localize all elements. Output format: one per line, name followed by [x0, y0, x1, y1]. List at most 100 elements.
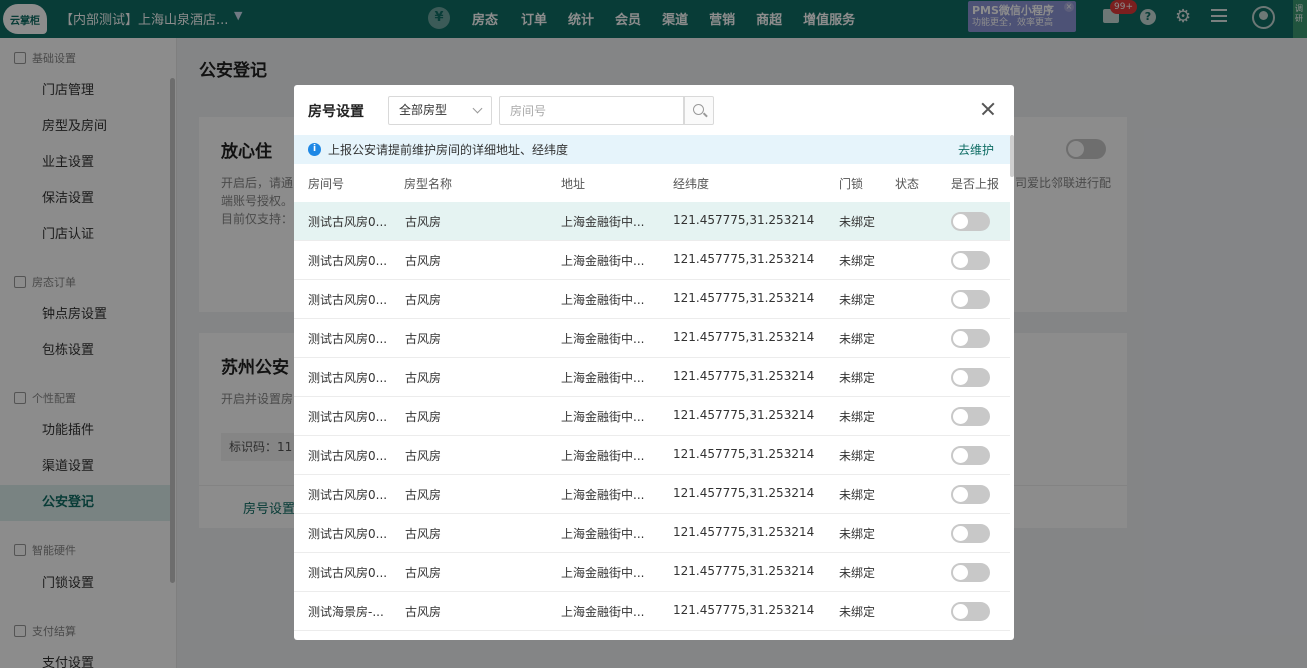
table-row[interactable]: 测试古风房0... 古风房 上海金融街中... 121.457775,31.25321… [294, 319, 1010, 358]
toggle-knob [953, 487, 968, 502]
notice-bar: i 上报公安请提前维护房间的详细地址、经纬度 去维护 [294, 135, 1010, 164]
room-type-cell: 古风房 [405, 488, 442, 502]
coords-cell: 121.457775,31.253214 [673, 408, 815, 422]
address-cell: 上海金融街中... [561, 566, 645, 580]
coords-cell: 121.457775,31.253214 [673, 213, 815, 227]
column-header-room: 房间号 [308, 177, 345, 191]
toggle-knob [953, 448, 968, 463]
column-header-lock: 门锁 [839, 177, 864, 191]
report-toggle[interactable] [951, 446, 990, 465]
address-cell: 上海金融街中... [561, 527, 645, 541]
table-row[interactable]: 测试古风房0... 古风房 上海金融街中... 121.457775,31.25321… [294, 436, 1010, 475]
room-number-cell: 测试古风房0... [308, 254, 388, 268]
report-toggle[interactable] [951, 329, 990, 348]
report-toggle[interactable] [951, 212, 990, 231]
address-cell: 上海金融街中... [561, 293, 645, 307]
column-header-address: 地址 [561, 177, 586, 191]
address-cell: 上海金融街中... [561, 449, 645, 463]
coords-cell: 121.457775,31.253214 [673, 291, 815, 305]
room-type-select[interactable]: 全部房型 [388, 96, 492, 125]
report-toggle[interactable] [951, 524, 990, 543]
table-row[interactable]: 测试古风房0... 古风房 上海金融街中... 121.457775,31.25321… [294, 514, 1010, 553]
column-header-coords: 经纬度 [673, 177, 710, 191]
search-button[interactable] [684, 96, 714, 125]
report-toggle[interactable] [951, 563, 990, 582]
table-row[interactable]: 测试古风房0... 古风房 上海金融街中... 121.457775,31.25321… [294, 553, 1010, 592]
column-header-report: 是否上报 [951, 177, 1000, 191]
lock-cell: 未绑定 [839, 371, 876, 385]
room-number-cell: 测试古风房0... [308, 410, 388, 424]
room-type-cell: 古风房 [405, 410, 442, 424]
table-body: 测试古风房0... 古风房 上海金融街中... 121.457775,31.25321… [294, 202, 1010, 631]
coords-cell: 121.457775,31.253214 [673, 252, 815, 266]
coords-cell: 121.457775,31.253214 [673, 525, 815, 539]
report-toggle[interactable] [951, 290, 990, 309]
lock-cell: 未绑定 [839, 215, 876, 229]
lock-cell: 未绑定 [839, 410, 876, 424]
table-row[interactable]: 测试古风房0... 古风房 上海金融街中... 121.457775,31.25321… [294, 202, 1010, 241]
table-row[interactable]: 测试古风房0... 古风房 上海金融街中... 121.457775,31.25321… [294, 397, 1010, 436]
coords-cell: 121.457775,31.253214 [673, 330, 815, 344]
toggle-knob [953, 214, 968, 229]
room-type-cell: 古风房 [405, 215, 442, 229]
lock-cell: 未绑定 [839, 449, 876, 463]
coords-cell: 121.457775,31.253214 [673, 603, 815, 617]
room-number-cell: 测试海景房-... [308, 605, 384, 619]
toggle-knob [953, 409, 968, 424]
room-number-cell: 测试古风房0... [308, 527, 388, 541]
column-header-status: 状态 [895, 177, 920, 191]
toggle-knob [953, 370, 968, 385]
coords-cell: 121.457775,31.253214 [673, 564, 815, 578]
table-header: 房间号 房型名称 地址 经纬度 门锁 状态 是否上报 [294, 164, 1010, 202]
room-type-cell: 古风房 [405, 527, 442, 541]
room-type-cell: 古风房 [405, 332, 442, 346]
room-type-cell: 古风房 [405, 293, 442, 307]
table-row[interactable]: 测试古风房0... 古风房 上海金融街中... 121.457775,31.25321… [294, 358, 1010, 397]
report-toggle[interactable] [951, 485, 990, 504]
room-type-select-value: 全部房型 [399, 103, 448, 117]
chevron-down-icon [472, 103, 483, 114]
room-number-cell: 测试古风房0... [308, 566, 388, 580]
report-toggle[interactable] [951, 251, 990, 270]
report-toggle[interactable] [951, 368, 990, 387]
info-icon: i [308, 143, 321, 156]
toggle-knob [953, 292, 968, 307]
room-number-cell: 测试古风房0... [308, 332, 388, 346]
lock-cell: 未绑定 [839, 566, 876, 580]
table-row[interactable]: 测试古风房0... 古风房 上海金融街中... 121.457775,31.25321… [294, 280, 1010, 319]
room-number-cell: 测试古风房0... [308, 293, 388, 307]
toggle-knob [953, 253, 968, 268]
modal-title: 房号设置 [308, 104, 364, 120]
close-icon[interactable] [978, 99, 998, 119]
room-number-cell: 测试古风房0... [308, 449, 388, 463]
address-cell: 上海金融街中... [561, 488, 645, 502]
maintain-link[interactable]: 去维护 [958, 141, 994, 158]
room-settings-modal: 房号设置 全部房型 i 上报公安请提前维护房间的详细地址、经纬度 去维护 房间号… [294, 85, 1014, 640]
toggle-knob [953, 604, 968, 619]
lock-cell: 未绑定 [839, 488, 876, 502]
room-number-cell: 测试古风房0... [308, 215, 388, 229]
coords-cell: 121.457775,31.253214 [673, 486, 815, 500]
lock-cell: 未绑定 [839, 293, 876, 307]
room-type-cell: 古风房 [405, 566, 442, 580]
coords-cell: 121.457775,31.253214 [673, 369, 815, 383]
report-toggle[interactable] [951, 602, 990, 621]
address-cell: 上海金融街中... [561, 410, 645, 424]
coords-cell: 121.457775,31.253214 [673, 447, 815, 461]
table-row[interactable]: 测试古风房0... 古风房 上海金融街中... 121.457775,31.25321… [294, 475, 1010, 514]
modal-scrollbar[interactable] [1010, 135, 1014, 177]
notice-text: 上报公安请提前维护房间的详细地址、经纬度 [328, 143, 569, 157]
toggle-knob [953, 331, 968, 346]
address-cell: 上海金融街中... [561, 215, 645, 229]
lock-cell: 未绑定 [839, 254, 876, 268]
table-row[interactable]: 测试古风房0... 古风房 上海金融街中... 121.457775,31.25321… [294, 241, 1010, 280]
room-number-search-input[interactable] [499, 96, 684, 125]
room-number-cell: 测试古风房0... [308, 371, 388, 385]
toggle-knob [953, 565, 968, 580]
room-type-cell: 古风房 [405, 605, 442, 619]
lock-cell: 未绑定 [839, 527, 876, 541]
table-row[interactable]: 测试海景房-... 古风房 上海金融街中... 121.457775,31.25321… [294, 592, 1010, 631]
room-type-cell: 古风房 [405, 371, 442, 385]
lock-cell: 未绑定 [839, 332, 876, 346]
report-toggle[interactable] [951, 407, 990, 426]
